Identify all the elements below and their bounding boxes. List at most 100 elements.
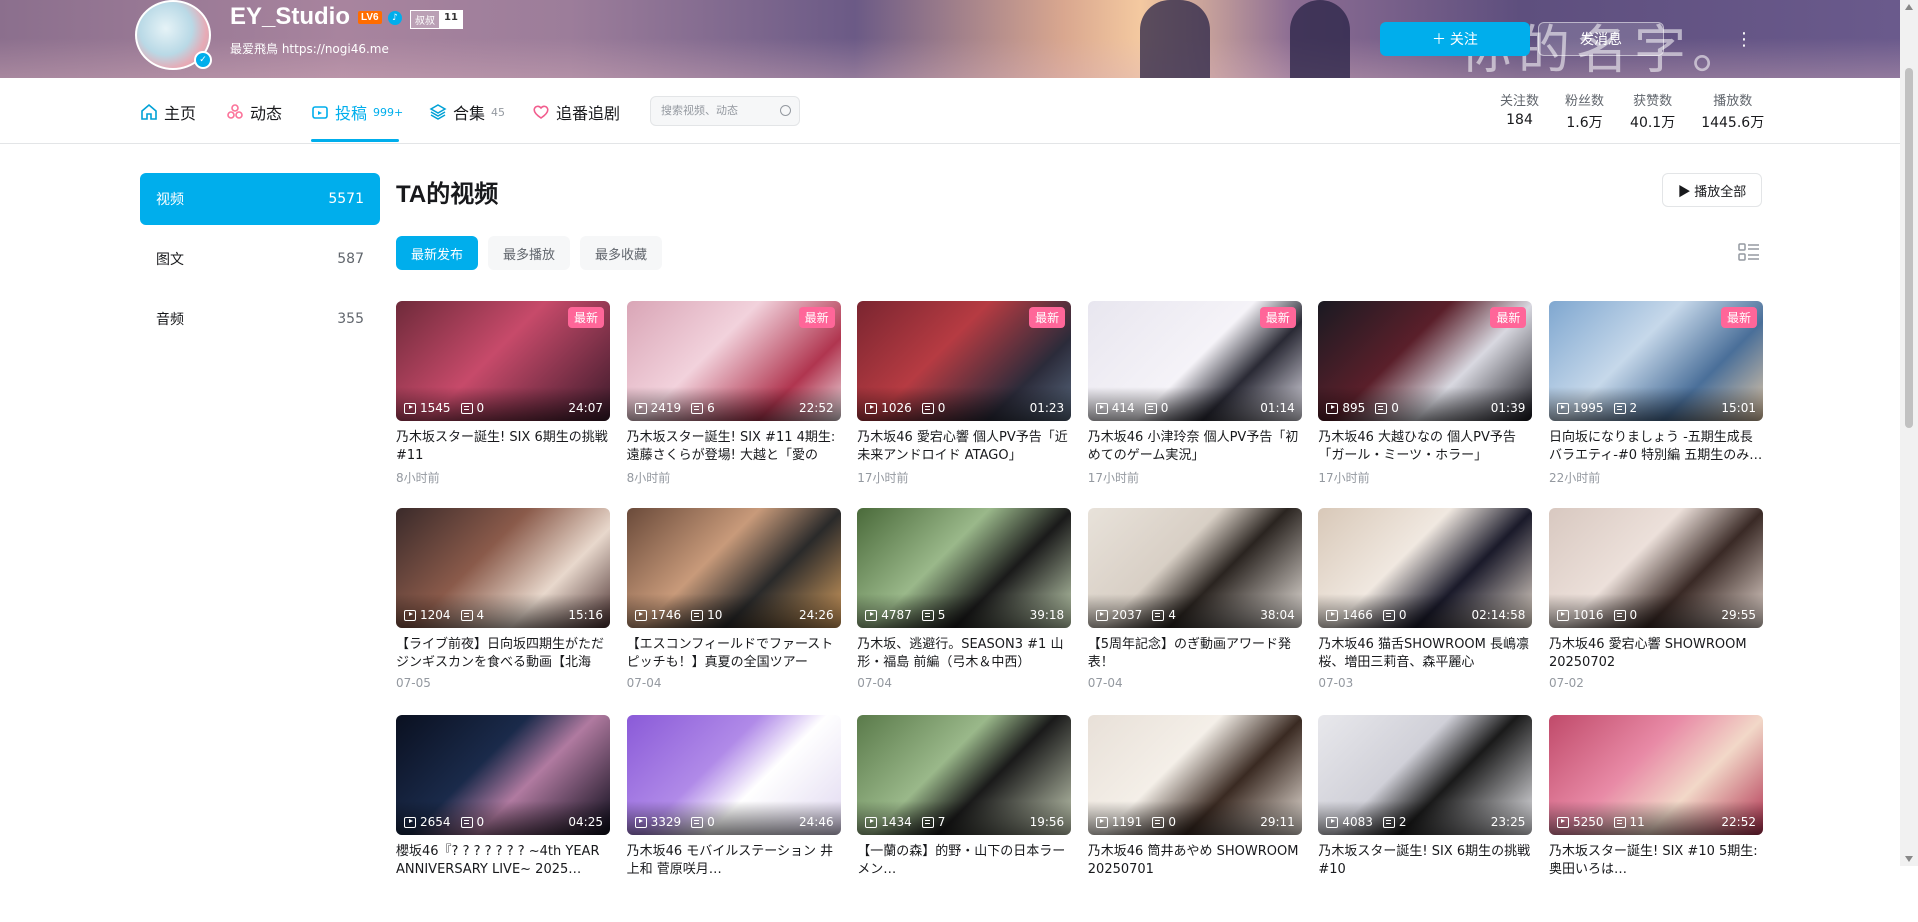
sidebar-item-label: 图文 [156, 252, 184, 268]
danmaku-count: 5 [921, 608, 945, 622]
username[interactable]: EY_Studio [230, 3, 350, 31]
sidebar-item-audio[interactable]: 音频 355 [140, 293, 380, 345]
video-card[interactable]: 1204 4 15:16 【ライブ前夜】日向坂四期生がただジンギスカンを食べる動… [396, 508, 610, 715]
search-icon[interactable] [780, 105, 791, 116]
video-thumbnail[interactable]: 2654 0 04:25 [396, 715, 610, 835]
video-card[interactable]: 最新 895 0 01:39 乃木坂46 大越ひなの 個人PV予告「ガール・ミー… [1318, 301, 1533, 508]
video-title[interactable]: 【ライブ前夜】日向坂四期生がただジンギスカンを食べる動画【北海道… [396, 636, 610, 672]
fan-medal[interactable]: 叔叔 11 [410, 10, 463, 29]
danmaku-count-value: 2 [1398, 815, 1407, 829]
sidebar-item-video[interactable]: 视频 5571 [140, 173, 380, 225]
video-card[interactable]: 1016 0 29:55 乃木坂46 愛宕心響 SHOWROOM 2025070… [1548, 508, 1763, 715]
sort-most-favorited[interactable]: 最多收藏 [580, 236, 663, 270]
tab-home[interactable]: 主页 [140, 100, 196, 124]
scrollbar-thumb[interactable] [1905, 68, 1913, 428]
video-card[interactable]: 4083 2 23:25 乃木坂スター誕生! SIX 6期生の挑戦 #10 [1318, 715, 1533, 922]
space-search-input[interactable]: 搜索视频、动态 [650, 96, 800, 126]
video-card[interactable]: 1434 7 19:56 【一蘭の森】的野・山下の日本ラーメン… [857, 715, 1072, 922]
video-title[interactable]: 乃木坂46 愛宕心響 個人PV予告「近未来アンドロイド ATAGO」 [857, 429, 1071, 465]
video-title[interactable]: 乃木坂スター誕生! SIX #10 5期生: 奥田いろは… [1549, 843, 1763, 879]
video-thumbnail[interactable]: 最新 1026 0 01:23 [857, 301, 1072, 421]
new-tag: 最新 [1259, 307, 1296, 328]
stat-fans[interactable]: 粉丝数 1.6万 [1565, 90, 1604, 132]
page-scrollbar[interactable] [1900, 0, 1918, 866]
play-count-value: 1545 [420, 401, 451, 415]
video-card[interactable]: 最新 2419 6 22:52 乃木坂スター誕生! SIX #11 4期生: 遠… [626, 301, 841, 508]
video-card[interactable]: 1191 0 29:11 乃木坂46 筒井あやめ SHOWROOM 202507… [1087, 715, 1302, 922]
video-thumbnail[interactable]: 3329 0 24:46 [626, 715, 841, 835]
danmaku-count: 0 [691, 815, 715, 829]
play-count-icon [1326, 816, 1339, 828]
video-thumbnail[interactable]: 最新 2419 6 22:52 [626, 301, 841, 421]
follow-button[interactable]: ＋ 关注 [1380, 22, 1530, 56]
video-title[interactable]: 乃木坂スター誕生! SIX #11 4期生: 遠藤さくらが登場! 大越と「愛の言… [627, 429, 841, 465]
video-card[interactable]: 2037 4 38:04 【5周年記念】のぎ動画アワード発表！ 07-04 [1087, 508, 1302, 715]
tab-upload[interactable]: 投稿 999+ [311, 100, 403, 124]
video-card[interactable]: 2654 0 04:25 櫻坂46『? ? ? ? ? ? ? ~4th YEA… [396, 715, 610, 922]
sidebar-item-article[interactable]: 图文 587 [140, 233, 380, 285]
video-title[interactable]: 乃木坂46 大越ひなの 個人PV予告「ガール・ミーツ・ホラー」 [1318, 429, 1532, 465]
play-all-button[interactable]: ▶ 播放全部 [1662, 173, 1762, 207]
video-duration: 04:25 [568, 815, 603, 829]
video-thumbnail[interactable]: 最新 414 0 01:14 [1087, 301, 1302, 421]
more-options-icon[interactable]: ⋮ [1730, 22, 1758, 56]
video-title[interactable]: 乃木坂46 猫舌SHOWROOM 長嶋凛桜、増田三莉音、森平麗心 20250… [1318, 636, 1532, 672]
video-thumbnail[interactable]: 1191 0 29:11 [1087, 715, 1302, 835]
message-button[interactable]: 发消息 [1538, 22, 1664, 56]
stat-following[interactable]: 关注数 184 [1500, 90, 1539, 132]
video-title[interactable]: 乃木坂46 筒井あやめ SHOWROOM 20250701 [1088, 843, 1302, 879]
video-title[interactable]: 乃木坂46 モバイルステーション 井上和 菅原咲月… [627, 843, 841, 879]
video-thumbnail[interactable]: 1434 7 19:56 [857, 715, 1072, 835]
video-stats: 1545 0 [404, 401, 484, 415]
video-title[interactable]: 乃木坂スター誕生! SIX 6期生の挑戦 #10 [1318, 843, 1532, 879]
video-title[interactable]: 乃木坂46 愛宕心響 SHOWROOM 20250702 [1549, 636, 1763, 672]
danmaku-count: 2 [1613, 401, 1637, 415]
danmaku-count-value: 0 [1398, 608, 1407, 622]
video-card[interactable]: 4787 5 39:18 乃木坂、逃避行。SEASON3 #1 山形・福島 前編… [857, 508, 1072, 715]
video-title[interactable]: 乃木坂、逃避行。SEASON3 #1 山形・福島 前編（弓木＆中西） [857, 636, 1071, 672]
tab-collection[interactable]: 合集 45 [429, 100, 505, 124]
video-title[interactable]: 【一蘭の森】的野・山下の日本ラーメン… [857, 843, 1071, 879]
video-title[interactable]: 乃木坂スター誕生! SIX 6期生の挑戦 #11 [396, 429, 610, 465]
video-thumbnail[interactable]: 5250 11 22:52 [1548, 715, 1763, 835]
video-thumbnail[interactable]: 4083 2 23:25 [1318, 715, 1533, 835]
sort-latest[interactable]: 最新发布 [396, 236, 479, 270]
sort-most-played[interactable]: 最多播放 [488, 236, 571, 270]
video-thumbnail[interactable]: 4787 5 39:18 [857, 508, 1072, 628]
video-thumbnail[interactable]: 1204 4 15:16 [396, 508, 610, 628]
video-card[interactable]: 最新 1026 0 01:23 乃木坂46 愛宕心響 個人PV予告「近未来アンド… [857, 301, 1072, 508]
list-view-icon[interactable] [1738, 242, 1760, 264]
scroll-up-icon[interactable] [1905, 4, 1913, 10]
tab-bangumi[interactable]: 追番追剧 [532, 100, 620, 124]
video-card[interactable]: 最新 1545 0 24:07 乃木坂スター誕生! SIX 6期生の挑戦 #11… [396, 301, 610, 508]
play-count: 1545 [404, 401, 451, 415]
video-duration: 24:26 [799, 608, 834, 622]
video-thumbnail[interactable]: 最新 895 0 01:39 [1318, 301, 1533, 421]
video-thumbnail[interactable]: 1746 10 24:26 [626, 508, 841, 628]
video-thumbnail[interactable]: 最新 1995 2 15:01 [1548, 301, 1763, 421]
video-card[interactable]: 1746 10 24:26 【エスコンフィールドでファーストピッチも！】真夏の全… [626, 508, 841, 715]
video-card[interactable]: 1466 0 02:14:58 乃木坂46 猫舌SHOWROOM 長嶋凛桜、増田… [1318, 508, 1533, 715]
video-thumbnail[interactable]: 1016 0 29:55 [1548, 508, 1763, 628]
video-card[interactable]: 5250 11 22:52 乃木坂スター誕生! SIX #10 5期生: 奥田い… [1548, 715, 1763, 922]
video-title[interactable]: 櫻坂46『? ? ? ? ? ? ? ~4th YEAR ANNIVERSARY… [396, 843, 610, 879]
collection-icon [429, 104, 447, 120]
stat-value: 184 [1506, 112, 1533, 128]
play-count-value: 1466 [1342, 608, 1373, 622]
video-card[interactable]: 最新 1995 2 15:01 日向坂になりましょう -五期生成長バラエティ-#… [1548, 301, 1763, 508]
video-card[interactable]: 3329 0 24:46 乃木坂46 モバイルステーション 井上和 菅原咲月… [626, 715, 841, 922]
video-thumbnail[interactable]: 1466 0 02:14:58 [1318, 508, 1533, 628]
video-thumbnail[interactable]: 最新 1545 0 24:07 [396, 301, 610, 421]
sidebar-item-label: 视频 [156, 192, 184, 208]
video-title[interactable]: 乃木坂46 小津玲奈 個人PV予告「初めてのゲーム実況」 [1088, 429, 1302, 465]
play-count-icon [1095, 609, 1108, 621]
scroll-down-icon[interactable] [1905, 856, 1913, 862]
video-thumbnail[interactable]: 2037 4 38:04 [1087, 508, 1302, 628]
danmaku-icon [1382, 816, 1395, 828]
play-count-value: 4083 [1342, 815, 1373, 829]
video-title[interactable]: 【5周年記念】のぎ動画アワード発表！ [1088, 636, 1302, 672]
tab-dynamic[interactable]: 动态 [226, 100, 282, 124]
video-title[interactable]: 日向坂になりましょう -五期生成長バラエティ-#0 特別編 五期生のみ… [1549, 429, 1763, 465]
video-card[interactable]: 最新 414 0 01:14 乃木坂46 小津玲奈 個人PV予告「初めてのゲーム… [1087, 301, 1302, 508]
video-title[interactable]: 【エスコンフィールドでファーストピッチも！】真夏の全国ツアー2025… [627, 636, 841, 672]
